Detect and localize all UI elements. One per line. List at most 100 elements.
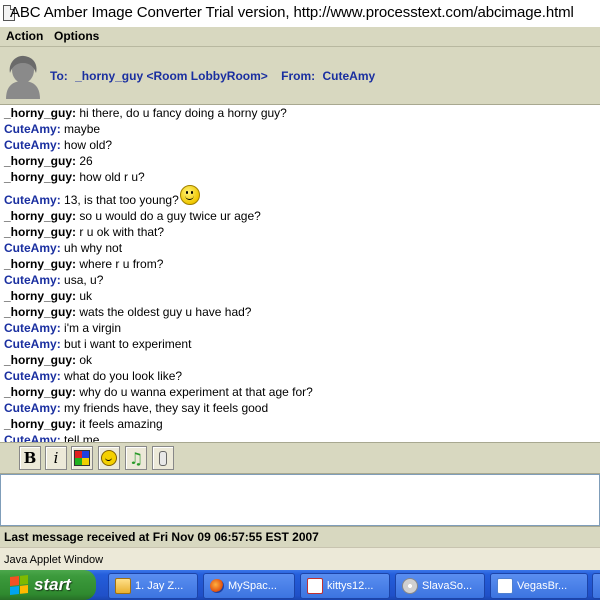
task-label: kittys12... xyxy=(327,580,374,592)
chat-message: _horny_guy: r u ok with that? xyxy=(0,224,600,240)
color-button[interactable] xyxy=(71,446,93,470)
message-sender: CuteAmy xyxy=(4,369,57,383)
chat-message: CuteAmy: tell me xyxy=(0,432,600,443)
message-text: so u would do a guy twice ur age? xyxy=(79,209,261,223)
page-icon xyxy=(497,578,513,594)
start-label: start xyxy=(34,575,71,594)
message-sender: _horny_guy xyxy=(4,154,73,168)
message-text: why do u wanna experiment at that age fo… xyxy=(79,385,313,399)
chat-message: CuteAmy: but i want to experiment xyxy=(0,336,600,352)
user-silhouette-icon xyxy=(6,55,40,99)
chat-message: CuteAmy: 13, is that too young? xyxy=(0,185,600,208)
last-message-status: Last message received at Fri Nov 09 06:5… xyxy=(4,530,319,544)
sender-separator: : xyxy=(56,321,65,335)
smiley-button[interactable] xyxy=(98,446,120,470)
chat-message: _horny_guy: why do u wanna experiment at… xyxy=(0,384,600,400)
message-text: where r u from? xyxy=(79,257,164,271)
message-sender: _horny_guy xyxy=(4,209,73,223)
sender-separator: : xyxy=(56,241,65,255)
chat-icon xyxy=(307,578,323,594)
recipient-line: To: _horny_guy <Room LobbyRoom> From: Cu… xyxy=(50,69,379,83)
task-label: 1. Jay Z... xyxy=(135,580,184,592)
message-text: uk xyxy=(79,289,93,303)
taskbar-item-vegasbr[interactable]: VegasBr... xyxy=(490,573,588,599)
conversation-header: To: _horny_guy <Room LobbyRoom> From: Cu… xyxy=(0,47,600,105)
palette-icon xyxy=(402,578,418,594)
chat-message: _horny_guy: it feels amazing xyxy=(0,416,600,432)
message-text: it feels amazing xyxy=(79,417,163,431)
message-text: r u ok with that? xyxy=(79,225,165,239)
status-bar: Last message received at Fri Nov 09 06:5… xyxy=(0,526,600,547)
sender-separator: : xyxy=(56,369,65,383)
chat-message: CuteAmy: usa, u? xyxy=(0,272,600,288)
taskbar-item-myspace[interactable]: MySpac... xyxy=(203,573,295,599)
message-sender: CuteAmy xyxy=(4,433,57,443)
sender-separator: : xyxy=(56,193,65,207)
message-sender: CuteAmy xyxy=(4,138,57,152)
menu-options[interactable]: Options xyxy=(54,29,99,43)
task-label: VegasBr... xyxy=(517,580,568,592)
italic-icon: i xyxy=(53,449,59,467)
menu-bar: Action Options xyxy=(0,27,600,47)
chat-message: CuteAmy: maybe xyxy=(0,121,600,137)
taskbar-item-kittys[interactable]: kittys12... xyxy=(300,573,390,599)
task-label: SlavaSo... xyxy=(422,580,473,592)
chat-message: _horny_guy: wats the oldest guy u have h… xyxy=(0,304,600,320)
message-text: 26 xyxy=(79,154,93,168)
message-sender: CuteAmy xyxy=(4,337,57,351)
message-input[interactable] xyxy=(0,474,600,526)
message-text: 13, is that too young? xyxy=(64,193,179,207)
chat-log[interactable]: _horny_guy: hi there, do u fancy doing a… xyxy=(0,105,600,443)
message-sender: CuteAmy xyxy=(4,193,57,207)
music-note-icon: ♫ xyxy=(128,448,144,468)
from-value: CuteAmy xyxy=(322,69,376,83)
voice-button[interactable] xyxy=(152,446,174,470)
sender-separator: : xyxy=(56,401,65,415)
to-label: To: xyxy=(50,69,68,83)
message-text: tell me xyxy=(64,433,100,443)
taskbar-item-slavaso[interactable]: SlavaSo... xyxy=(395,573,485,599)
firefox-icon xyxy=(210,579,224,593)
bold-button[interactable]: B xyxy=(19,446,41,470)
smiley-icon xyxy=(101,450,117,466)
format-toolbar: B i ♫ xyxy=(0,443,600,474)
chat-message: CuteAmy: i'm a virgin xyxy=(0,320,600,336)
message-text: wats the oldest guy u have had? xyxy=(79,305,252,319)
chat-message: CuteAmy: uh why not xyxy=(0,240,600,256)
smiley-icon xyxy=(180,185,200,205)
message-text: but i want to experiment xyxy=(64,337,192,351)
taskbar-item-overflow[interactable] xyxy=(592,573,600,599)
microphone-icon xyxy=(159,450,167,466)
message-text: hi there, do u fancy doing a horny guy? xyxy=(79,106,287,120)
message-sender: _horny_guy xyxy=(4,417,73,431)
message-sender: _horny_guy xyxy=(4,106,73,120)
bold-icon: B xyxy=(23,449,37,467)
task-label: MySpac... xyxy=(228,580,277,592)
window-title: ABC Amber Image Converter Trial version,… xyxy=(10,4,574,21)
chat-message: _horny_guy: uk xyxy=(0,288,600,304)
window-title-bar[interactable]: ABC Amber Image Converter Trial version,… xyxy=(0,0,600,28)
message-text: what do you look like? xyxy=(64,369,183,383)
message-text: maybe xyxy=(64,122,101,136)
applet-window-label-bar: Java Applet Window xyxy=(0,547,600,571)
menu-action[interactable]: Action xyxy=(6,29,43,43)
message-sender: _horny_guy xyxy=(4,170,73,184)
message-sender: CuteAmy xyxy=(4,241,57,255)
applet-window-label: Java Applet Window xyxy=(4,554,104,566)
sound-button[interactable]: ♫ xyxy=(125,446,147,470)
color-palette-icon xyxy=(74,450,90,466)
chat-message: _horny_guy: 26 xyxy=(0,153,600,169)
start-button[interactable]: start xyxy=(0,570,96,600)
chat-message: CuteAmy: what do you look like? xyxy=(0,368,600,384)
chat-message: _horny_guy: where r u from? xyxy=(0,256,600,272)
taskbar-item-jayz[interactable]: 1. Jay Z... xyxy=(108,573,198,599)
chat-message: _horny_guy: hi there, do u fancy doing a… xyxy=(0,105,600,121)
message-sender: _horny_guy xyxy=(4,289,73,303)
message-sender: CuteAmy xyxy=(4,273,57,287)
message-sender: _horny_guy xyxy=(4,305,73,319)
message-text: my friends have, they say it feels good xyxy=(64,401,269,415)
message-sender: CuteAmy xyxy=(4,321,57,335)
chat-message: CuteAmy: my friends have, they say it fe… xyxy=(0,400,600,416)
italic-button[interactable]: i xyxy=(45,446,67,470)
chat-message: _horny_guy: so u would do a guy twice ur… xyxy=(0,208,600,224)
